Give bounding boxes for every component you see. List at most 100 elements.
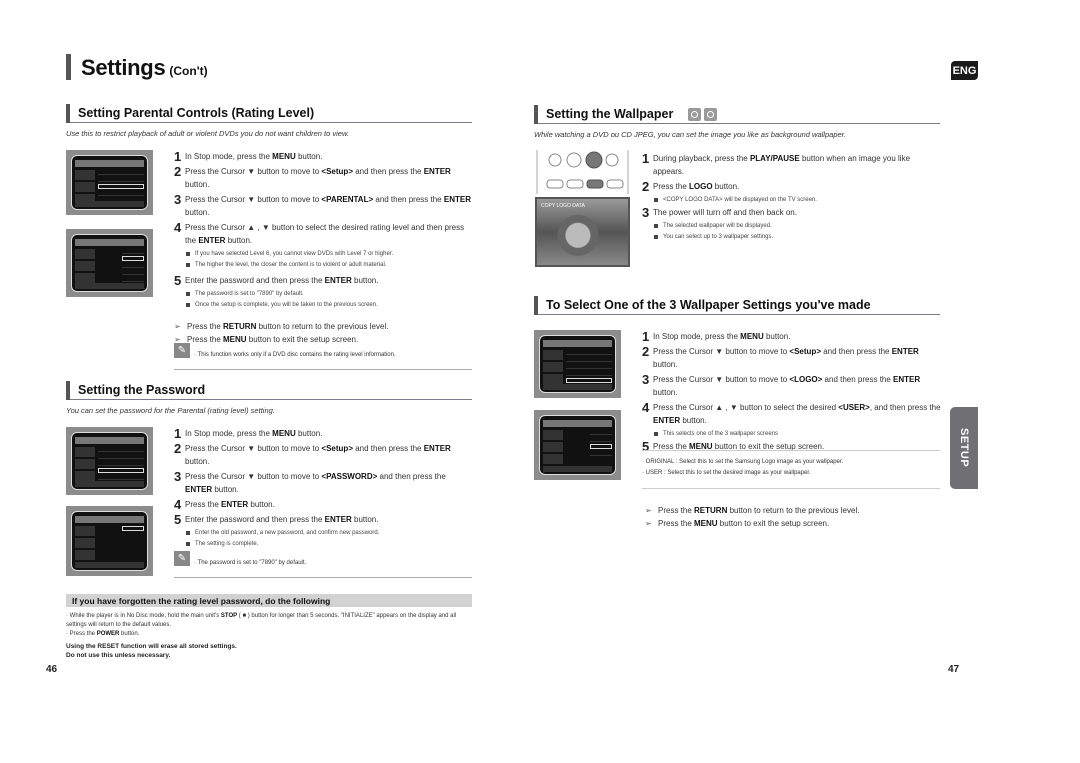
step-number: 2 — [642, 344, 650, 359]
page-number-right: 47 — [948, 664, 960, 675]
password-title: Setting the Password — [78, 383, 206, 397]
bullet: The setting is complete. — [174, 539, 474, 550]
step-number: 2 — [642, 179, 650, 194]
reset-warning-1: Using the RESET function will erase all … — [66, 643, 237, 650]
skip-back-button-icon — [548, 153, 562, 167]
tv-screen-password-menu — [66, 427, 153, 495]
arrow-icon: ➢ — [645, 506, 652, 515]
step-3: 3 Press the Cursor ▼ button to move to <P… — [174, 469, 446, 494]
language-badge: ENG — [951, 61, 978, 80]
tv-screen-setup-menu — [66, 150, 153, 215]
step-2: 2 Press the LOGO button. — [642, 179, 740, 194]
forgot-password-header: If you have forgotten the rating level p… — [66, 594, 472, 607]
step-5: 5 Enter the password and then press the E… — [174, 273, 379, 288]
parental-intro: Use this to restrict playback of adult o… — [66, 129, 350, 138]
bullet: <COPY LOGO DATA> will be displayed on th… — [642, 195, 942, 206]
select-wallpaper-steps: 1 In Stop mode, press the MENU button. 2P… — [642, 330, 942, 455]
tv-screen-parental-levels — [66, 229, 153, 297]
page-title-text: Settings — [81, 55, 166, 80]
wallpaper-title: Setting the Wallpaper — [546, 107, 674, 121]
parental-steps: 1 In Stop mode, press the MENU button. 2P… — [174, 150, 474, 346]
step-number: 3 — [642, 372, 650, 387]
section-bar — [534, 104, 538, 124]
jpeg-disc-icon — [704, 107, 718, 121]
step-1: 1 During playback, press the PLAY/PAUSE b… — [642, 151, 911, 176]
note-text: · This function works only if a DVD disc… — [194, 352, 396, 358]
page-number-left: 46 — [46, 664, 58, 675]
play-pause-button-icon — [585, 151, 603, 169]
section-bar — [66, 103, 70, 123]
forgot-instruction-2: · Press the POWER button. — [66, 631, 140, 637]
slow-button-icon — [566, 179, 584, 189]
photo-caption: COPY LOGO DATA — [541, 203, 585, 209]
forgot-instruction-1: · While the player is in No Disc mode, h… — [66, 613, 457, 628]
setup-tab-label: SETUP — [958, 428, 970, 468]
remote-button-icon — [546, 179, 564, 189]
step-4: 4 Press the Cursor ▲ , ▼ button to select… — [642, 400, 941, 425]
bullet: The higher the level, the closer the con… — [174, 260, 474, 271]
skip-forward-button-icon — [605, 153, 619, 167]
step-1: 1 In Stop mode, press the MENU button. — [174, 149, 323, 164]
note-user: · USER : Select this to set the desired … — [642, 470, 811, 476]
step-number: 2 — [174, 164, 182, 179]
password-section-header: Setting the Password — [66, 380, 472, 400]
section-bar — [66, 380, 70, 400]
bullet: Enter the old password, a new password, … — [174, 528, 474, 539]
step-2: 2 Press the Cursor ▼ button to move to <S… — [174, 441, 451, 466]
step-number: 1 — [174, 149, 182, 164]
step-5: 5 Enter the password and then press the E… — [174, 512, 379, 527]
step-number: 1 — [642, 329, 650, 344]
step-1: 1 In Stop mode, press the MENU button. — [642, 329, 791, 344]
step-number: 5 — [174, 273, 182, 288]
step-number: 4 — [642, 400, 650, 415]
step-number: 4 — [174, 220, 182, 235]
password-intro: You can set the password for the Parenta… — [66, 406, 275, 415]
step-2: 2 Press the Cursor ▼ button to move to <S… — [174, 164, 451, 189]
wallpaper-intro: While watching a DVD ou CD JPEG, you can… — [534, 130, 846, 139]
note-text: · The password is set to "7890" by defau… — [194, 560, 307, 566]
step-2: 2 Press the Cursor ▼ button to move to <S… — [642, 344, 919, 369]
page-title: Settings (Con't) — [66, 54, 208, 80]
step-4: 4 Press the Cursor ▲ , ▼ button to select… — [174, 220, 465, 245]
title-bar — [66, 54, 71, 80]
step-number: 5 — [174, 512, 182, 527]
step-1: 1 In Stop mode, press the MENU button. — [174, 426, 323, 441]
stop-button-icon — [566, 152, 582, 168]
note-icon: ✎ — [174, 343, 190, 358]
page-title-suffix: (Con't) — [169, 64, 208, 78]
password-note: ✎ · The password is set to "7890" by def… — [174, 550, 472, 578]
step-number: 1 — [642, 151, 650, 166]
step-number: 1 — [174, 426, 182, 441]
password-steps: 1 In Stop mode, press the MENU button. 2P… — [174, 427, 474, 550]
note-original: · ORIGINAL : Select this to set the Sams… — [642, 459, 844, 465]
logo-options-notes: · ORIGINAL : Select this to set the Sams… — [642, 450, 940, 489]
tv-screen-logo-menu — [534, 330, 621, 398]
wallpaper-photo: COPY LOGO DATA — [535, 197, 630, 267]
logo-button-icon — [586, 179, 604, 189]
note-icon: ✎ — [174, 551, 190, 566]
section-bar — [534, 295, 538, 315]
bullet: The selected wallpaper will be displayed… — [642, 221, 942, 232]
arrow-icon: ➢ — [645, 519, 652, 528]
wallpaper-section-header: Setting the Wallpaper — [534, 104, 940, 124]
wallpaper-steps: 1 During playback, press the PLAY/PAUSE b… — [642, 152, 942, 243]
step-number: 3 — [174, 192, 182, 207]
arrow-note: ➢ Press the RETURN button to return to th… — [174, 322, 389, 331]
arrow-note: ➢ Press the RETURN button to return to th… — [645, 506, 860, 515]
step-number: 3 — [642, 205, 650, 220]
setup-side-tab: SETUP — [950, 407, 978, 489]
select-wallpaper-arrows: ➢ Press the RETURN button to return to th… — [645, 504, 859, 530]
bullet: This selects one of the 3 wallpaper scre… — [642, 429, 942, 440]
tv-screen-password-entry — [66, 506, 153, 576]
bullet: You can select up to 3 wallpaper setting… — [642, 232, 942, 243]
step-3: 3 Press the Cursor ▼ button to move to <P… — [174, 192, 471, 217]
step-number: 4 — [174, 497, 182, 512]
tv-screen-logo-options — [534, 410, 621, 480]
step-number: 2 — [174, 441, 182, 456]
select-wallpaper-section-header: To Select One of the 3 Wallpaper Setting… — [534, 295, 940, 315]
step-number: 3 — [174, 469, 182, 484]
dvd-disc-icon — [688, 107, 702, 121]
reset-warning-2: Do not use this unless necessary. — [66, 652, 171, 659]
parental-title: Setting Parental Controls (Rating Level) — [78, 106, 315, 120]
step-3: 3 The power will turn off and then back o… — [642, 205, 797, 220]
